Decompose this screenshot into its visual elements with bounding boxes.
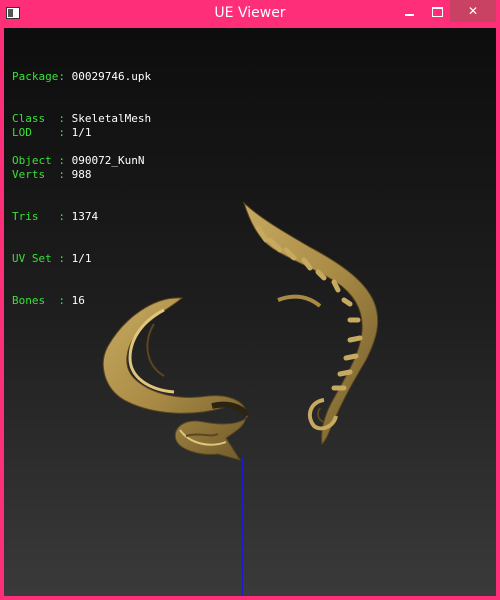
axis-line	[242, 458, 243, 596]
close-icon: ✕	[467, 4, 479, 18]
right-ornament	[242, 201, 379, 446]
app-window: UE Viewer ✕ Package: 00029746.upk Class …	[0, 0, 500, 600]
left-ornament	[102, 297, 249, 461]
minimize-icon	[404, 13, 414, 16]
close-button[interactable]: ✕	[450, 0, 496, 22]
skeletal-mesh-render	[102, 201, 379, 461]
maximize-button[interactable]	[424, 0, 450, 22]
maximize-icon	[431, 6, 443, 17]
title-bar[interactable]: UE Viewer ✕	[0, 0, 500, 28]
minimize-button[interactable]	[396, 0, 422, 22]
3d-viewport[interactable]: Package: 00029746.upk Class : SkeletalMe…	[4, 28, 496, 596]
